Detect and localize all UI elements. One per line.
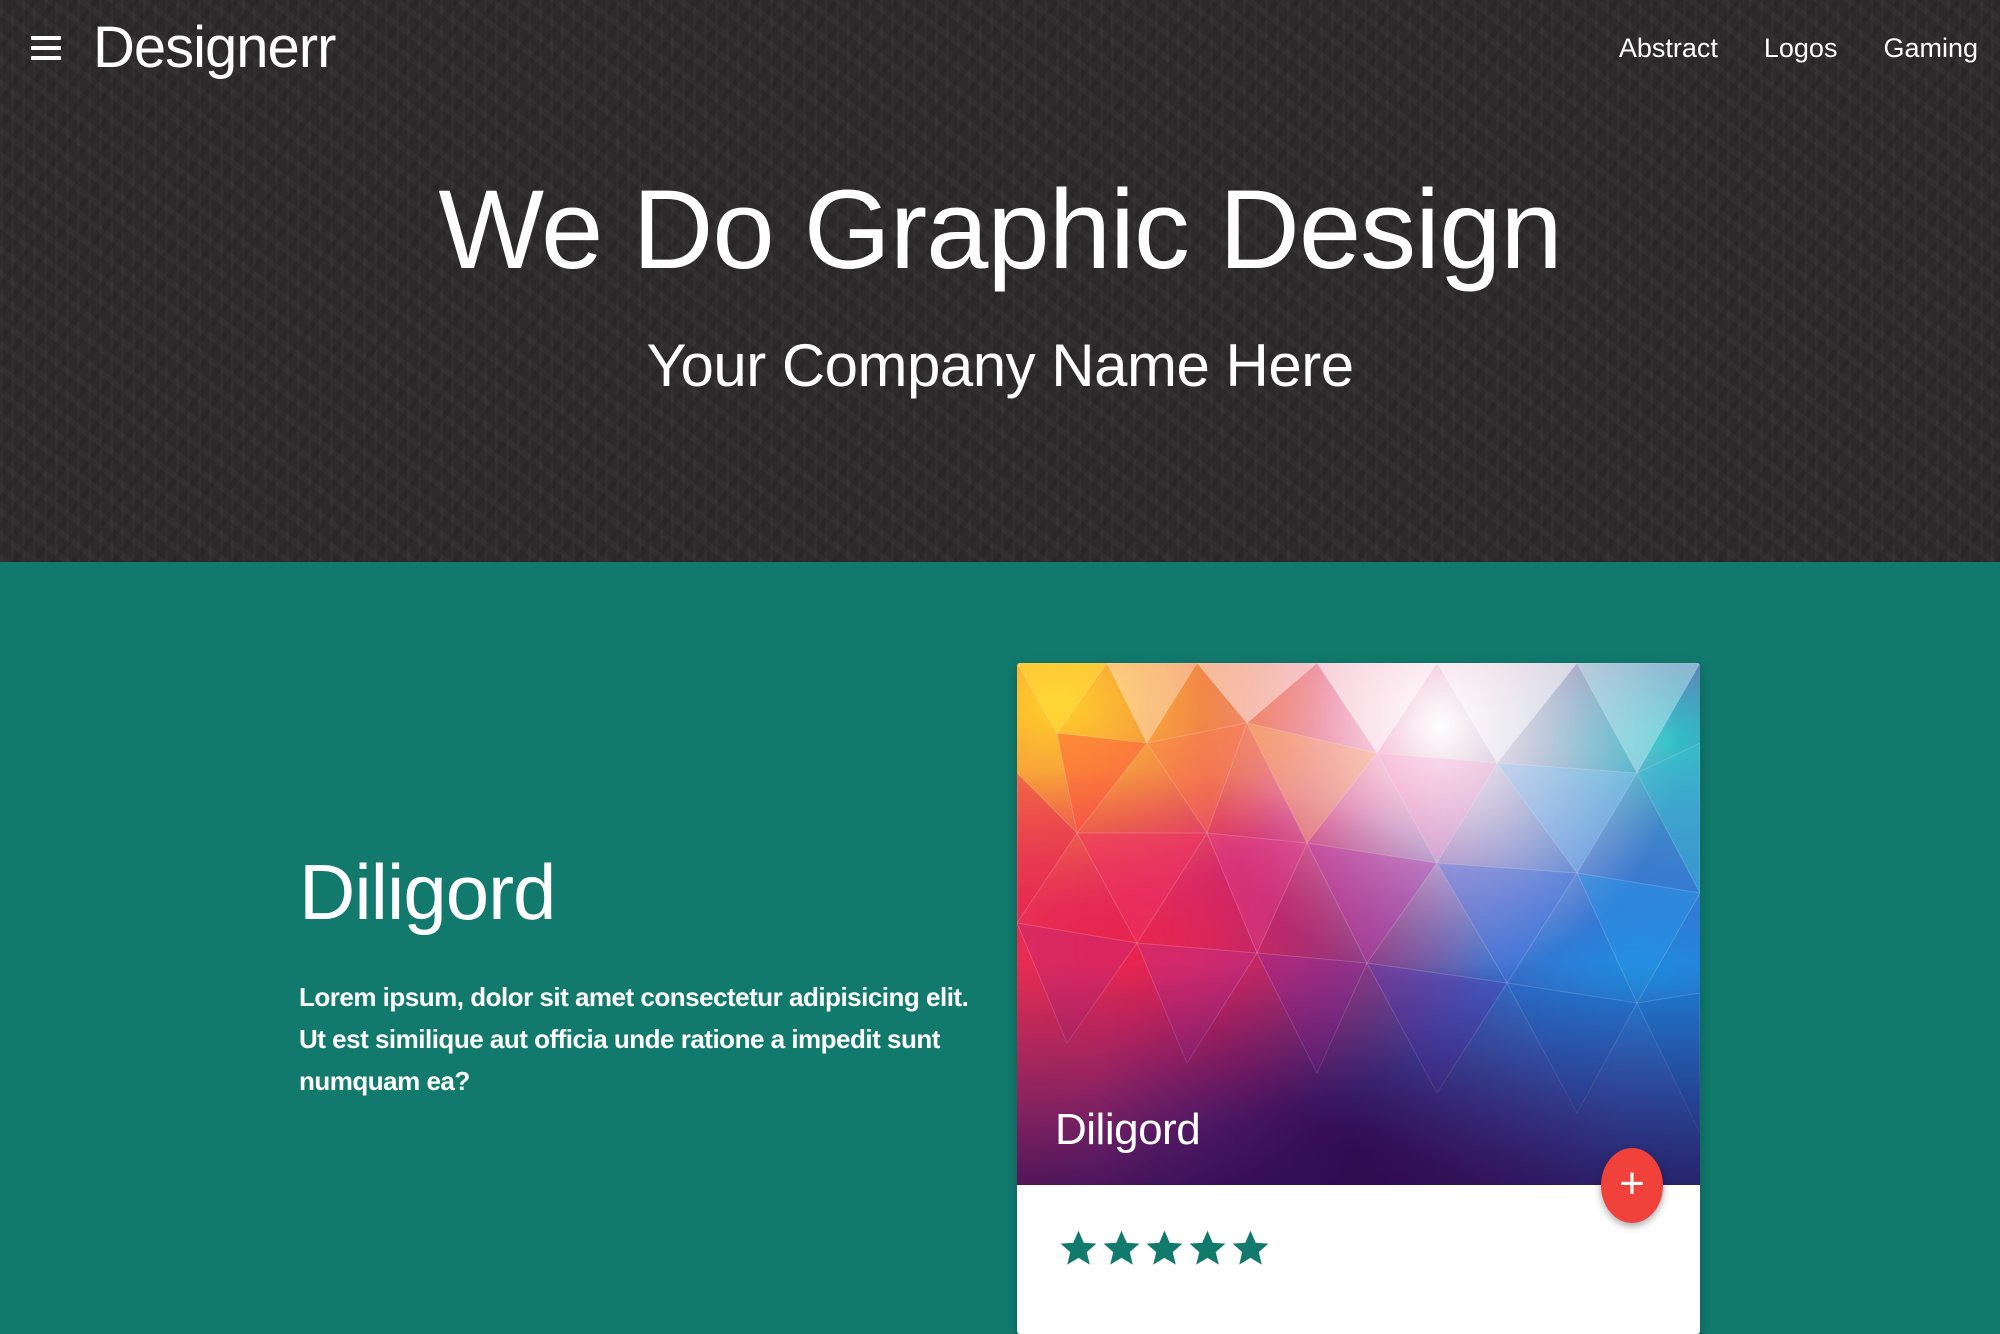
hero-subtitle: Your Company Name Here	[646, 332, 1354, 399]
card-caption: Diligord	[1055, 1105, 1201, 1154]
feature-description: Lorem ipsum, dolor sit amet consectetur …	[299, 982, 969, 1096]
menu-icon[interactable]	[31, 36, 61, 60]
star-icon[interactable]	[1143, 1227, 1186, 1270]
nav-link-abstract[interactable]: Abstract	[1619, 24, 1718, 72]
hero-section: Designerr Abstract Logos Gaming We Do Gr…	[0, 0, 2000, 562]
feature-heading: Diligord	[299, 848, 556, 936]
card-image: Diligord	[1017, 663, 1700, 1185]
star-icon[interactable]	[1229, 1227, 1272, 1270]
top-navbar: Designerr Abstract Logos Gaming	[0, 0, 2000, 96]
hero-title: We Do Graphic Design	[438, 167, 1562, 292]
add-button[interactable]: +	[1601, 1148, 1663, 1223]
nav-links: Abstract Logos Gaming	[1619, 24, 1978, 72]
star-icon[interactable]	[1057, 1227, 1100, 1270]
star-rating[interactable]	[1057, 1227, 1272, 1270]
nav-link-gaming[interactable]: Gaming	[1883, 24, 1978, 72]
brand-logo[interactable]: Designerr	[93, 8, 336, 88]
nav-link-logos[interactable]: Logos	[1764, 24, 1838, 72]
plus-icon: +	[1619, 1159, 1645, 1208]
star-icon[interactable]	[1100, 1227, 1143, 1270]
star-icon[interactable]	[1186, 1227, 1229, 1270]
feature-section: Diligord Lorem ipsum, dolor sit amet con…	[0, 562, 2000, 1334]
feature-card: Diligord +	[1017, 663, 1700, 1334]
